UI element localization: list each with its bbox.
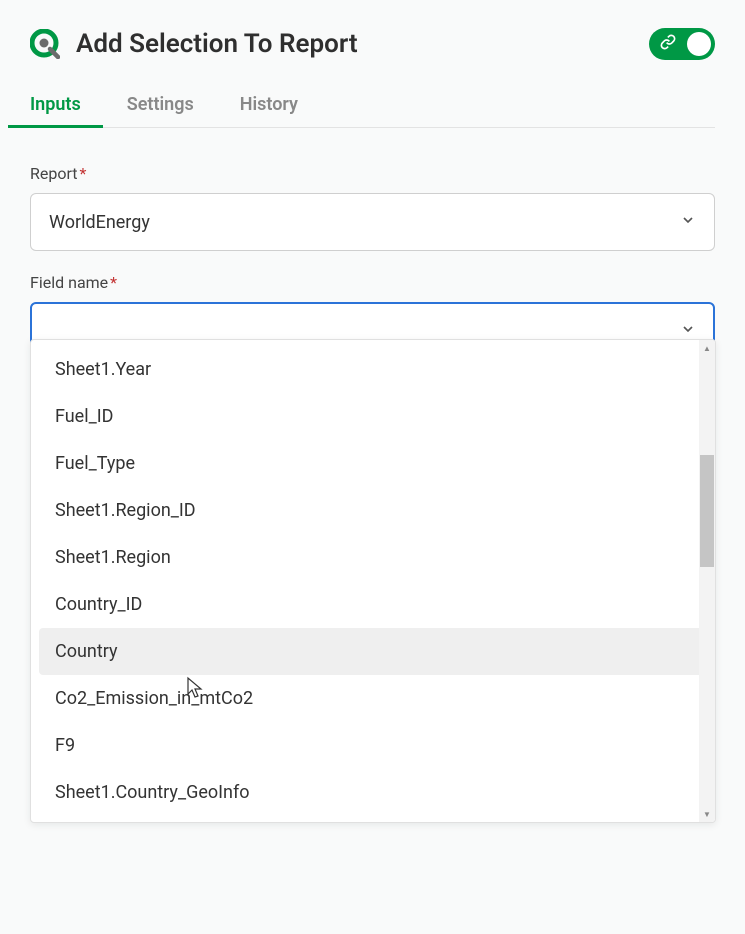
enable-toggle[interactable] (649, 28, 715, 60)
dropdown-item[interactable]: Country_ID (39, 581, 707, 628)
dropdown-item[interactable]: Sheet1.Region_ID (39, 487, 707, 534)
field-name-dropdown: Sheet1.YearFuel_IDFuel_TypeSheet1.Region… (30, 339, 716, 823)
field-name-label: Field name* (30, 273, 715, 292)
dialog-title: Add Selection To Report (76, 29, 358, 59)
dropdown-item[interactable]: Fuel_Type (39, 440, 707, 487)
chevron-down-icon (680, 212, 696, 233)
tab-inputs[interactable]: Inputs (30, 88, 81, 127)
dialog-header: Add Selection To Report (30, 28, 715, 60)
dropdown-item[interactable]: Co2_Emission_in_mtCo2 (39, 675, 707, 722)
report-label-text: Report (30, 164, 78, 183)
report-select-value: WorldEnergy (49, 212, 150, 233)
dropdown-item[interactable]: Sheet1.Year (39, 346, 707, 393)
required-asterisk: * (80, 164, 87, 183)
scrollbar-thumb[interactable] (700, 455, 714, 567)
dropdown-item[interactable]: Sheet1.Region (39, 534, 707, 581)
dropdown-item[interactable]: Country (39, 628, 707, 675)
report-select[interactable]: WorldEnergy (30, 193, 715, 251)
dropdown-item[interactable]: Sheet1.Country_GeoInfo (39, 769, 707, 816)
toggle-knob (687, 32, 711, 56)
scroll-down-icon[interactable]: ▼ (699, 806, 715, 822)
field-name-group: Field name* Sheet1.YearFuel_IDFuel_TypeS… (30, 273, 715, 360)
qlik-logo-icon (30, 29, 60, 59)
required-asterisk: * (110, 273, 117, 292)
dropdown-item[interactable]: Fuel_ID (39, 393, 707, 440)
tabs-nav: Inputs Settings History (30, 88, 715, 128)
scroll-up-icon[interactable]: ▲ (699, 340, 715, 356)
tab-history[interactable]: History (240, 88, 298, 127)
field-name-label-text: Field name (30, 273, 108, 292)
report-label: Report* (30, 164, 715, 183)
report-field-group: Report* WorldEnergy (30, 164, 715, 251)
tab-settings[interactable]: Settings (127, 88, 194, 127)
dropdown-scroll-area[interactable]: Sheet1.YearFuel_IDFuel_TypeSheet1.Region… (31, 340, 715, 822)
link-icon (660, 34, 676, 54)
header-left: Add Selection To Report (30, 29, 358, 59)
dropdown-item[interactable]: F9 (39, 722, 707, 769)
scrollbar[interactable]: ▲ ▼ (699, 340, 715, 822)
